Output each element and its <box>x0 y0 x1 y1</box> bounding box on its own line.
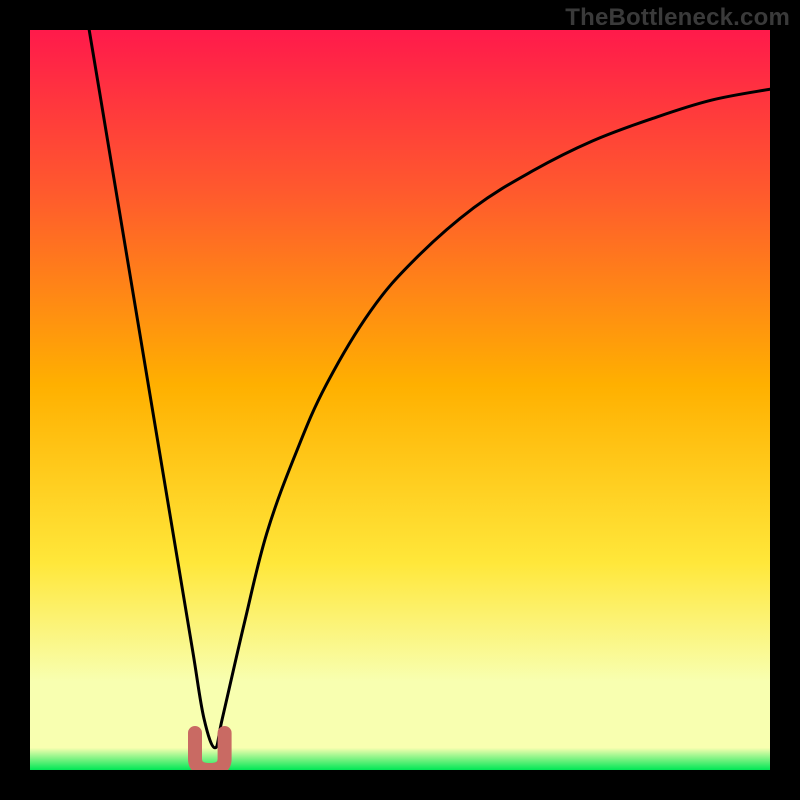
watermark-label: TheBottleneck.com <box>565 4 790 32</box>
chart-plot-area <box>30 30 770 770</box>
gradient-background <box>30 30 770 770</box>
chart-frame: TheBottleneck.com <box>0 0 800 800</box>
bottleneck-chart <box>30 30 770 770</box>
